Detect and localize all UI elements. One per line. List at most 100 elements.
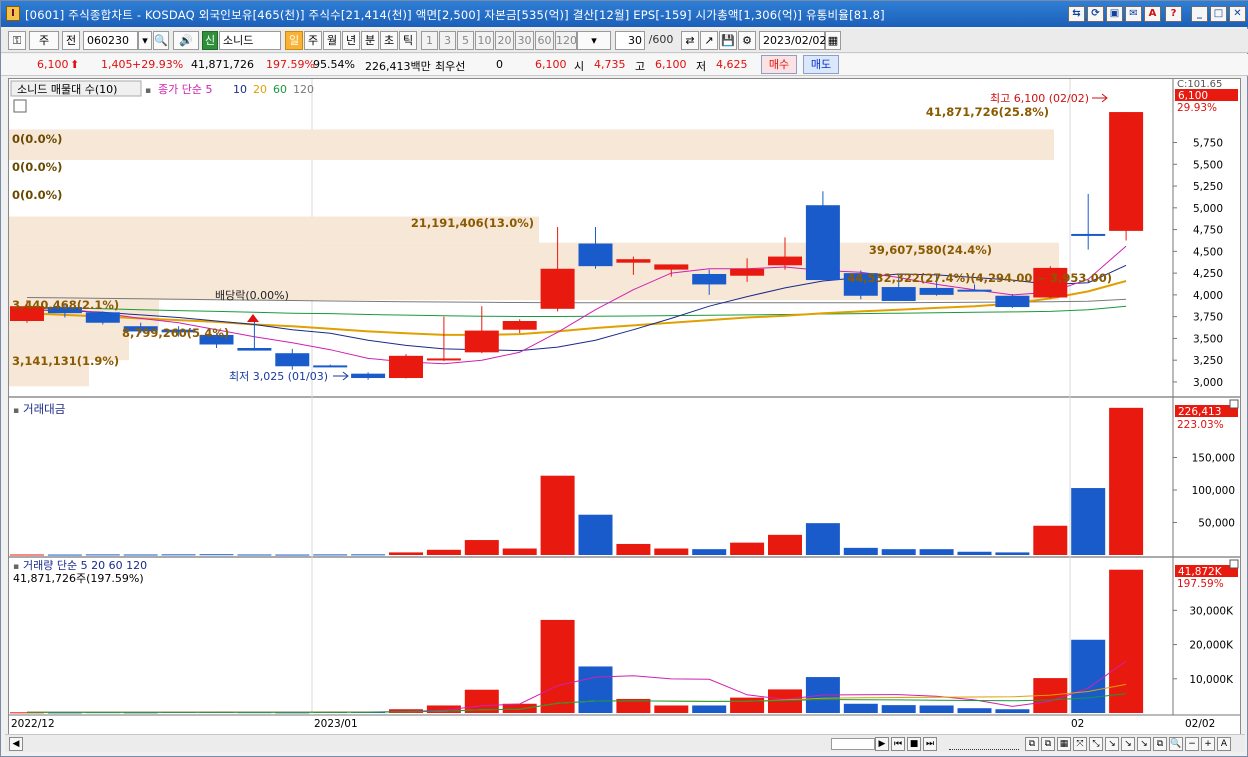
window-icon[interactable]: ▣ [1106, 6, 1123, 22]
shrink-icon[interactable]: ⤡ [1089, 737, 1103, 751]
settings-icon[interactable]: ⚙ [738, 31, 756, 50]
copy-icon[interactable]: ⧉ [1153, 737, 1167, 751]
trade-value-bar[interactable] [464, 540, 499, 555]
trade-value-bar[interactable] [654, 548, 689, 556]
buy-button[interactable]: 매수 [761, 55, 797, 74]
candle[interactable] [389, 355, 423, 379]
trade-value-bar[interactable] [237, 554, 272, 556]
period-tab-4[interactable]: 분 [361, 31, 379, 50]
volume-bar[interactable] [995, 709, 1030, 713]
erase-tool-icon[interactable]: ↘ [1137, 737, 1151, 751]
help-icon[interactable]: ? [1165, 6, 1182, 22]
trade-value-bar[interactable] [10, 554, 44, 556]
trade-value-bar[interactable] [995, 552, 1030, 555]
trade-value-bar[interactable] [881, 549, 916, 555]
trade-value-bar[interactable] [275, 554, 310, 556]
grid-icon[interactable]: ▦ [1057, 737, 1071, 751]
scroll-right-icon[interactable]: ▶ [875, 737, 889, 751]
candle[interactable] [502, 321, 537, 330]
font-icon[interactable]: A [1144, 6, 1161, 22]
candle[interactable] [1109, 112, 1144, 231]
candle[interactable] [957, 289, 992, 292]
trade-value-bar[interactable] [1071, 488, 1106, 555]
volume-bar[interactable] [730, 697, 765, 713]
layout2-icon[interactable]: ⧉ [1041, 737, 1055, 751]
candle[interactable] [85, 312, 120, 323]
candle[interactable] [881, 287, 916, 301]
candle[interactable] [464, 330, 499, 353]
candle[interactable] [578, 243, 613, 267]
trade-value-bar[interactable] [426, 549, 461, 555]
search-icon[interactable]: 🔍 [153, 31, 169, 50]
refresh-icon[interactable]: ⟳ [1087, 6, 1104, 22]
period-tab-0[interactable]: 일 [285, 31, 303, 50]
candle[interactable] [275, 353, 310, 367]
calendar-icon[interactable]: ▦ [825, 31, 841, 50]
candle[interactable] [768, 256, 802, 266]
interval-button-5[interactable]: 5 [457, 31, 474, 50]
draw-tool-icon[interactable]: ↘ [1121, 737, 1135, 751]
trade-value-bar[interactable] [351, 554, 386, 556]
scroll-last-icon[interactable]: ⏭ [923, 737, 937, 751]
interval-button-60[interactable]: 60 [535, 31, 554, 50]
volume-bar[interactable] [1109, 569, 1144, 713]
period-tab-2[interactable]: 월 [323, 31, 341, 50]
volume-bar[interactable] [540, 619, 575, 713]
trade-value-bar[interactable] [919, 549, 954, 555]
trade-value-bar[interactable] [1109, 407, 1144, 555]
volume-bar[interactable] [578, 666, 613, 713]
period-tab-1[interactable]: 주 [304, 31, 322, 50]
date-input[interactable]: 2023/02/02 [759, 31, 826, 50]
arrow-tool-icon[interactable]: ↘ [1105, 737, 1119, 751]
zoom-out-icon[interactable]: − [1185, 737, 1199, 751]
chart-area[interactable]: 5,750 5,500 5,250 5,000 4,750 4,500 4,250 4,000… [8, 78, 1241, 736]
candle[interactable] [919, 287, 954, 295]
candle[interactable] [540, 268, 575, 309]
trade-value-bar[interactable] [502, 548, 537, 556]
panel-close-icon[interactable] [1229, 399, 1239, 409]
scroll-thumb[interactable] [831, 738, 875, 750]
code-input[interactable]: 060230 [83, 31, 138, 50]
stop-icon[interactable]: ■ [907, 737, 921, 751]
trade-value-bar[interactable] [957, 551, 992, 555]
scroll-left-icon[interactable]: ◀ [9, 737, 23, 751]
candle[interactable] [313, 365, 348, 368]
candle[interactable] [616, 259, 651, 263]
title-bar[interactable]: I [0601] 주식종합차트 - KOSDAQ 외국인보유[465(천)] 주… [1, 1, 1248, 27]
trade-value-bar[interactable] [161, 554, 196, 556]
trade-value-bar[interactable] [730, 542, 765, 555]
candle[interactable] [654, 264, 689, 270]
candle[interactable] [730, 268, 765, 276]
candle[interactable] [237, 347, 272, 351]
trade-value-bar[interactable] [805, 523, 840, 555]
disk-icon[interactable]: 💾 [719, 31, 737, 50]
sell-button[interactable]: 매도 [803, 55, 839, 74]
interval-button-10[interactable]: 10 [475, 31, 494, 50]
candle[interactable] [1071, 233, 1106, 236]
trade-value-bar[interactable] [199, 554, 234, 556]
period-tab-3[interactable]: 년 [342, 31, 360, 50]
count-input[interactable]: 30 [615, 31, 645, 50]
candle[interactable] [805, 205, 840, 281]
volume-bar[interactable] [843, 703, 878, 713]
interval-button-3[interactable]: 3 [439, 31, 456, 50]
trade-value-bar[interactable] [123, 554, 158, 556]
volume-bar[interactable] [919, 705, 954, 713]
trade-value-bar[interactable] [692, 549, 727, 555]
candle[interactable] [351, 373, 386, 379]
volume-bar[interactable] [502, 703, 537, 713]
trade-value-bar[interactable] [616, 543, 651, 555]
trade-value-bar[interactable] [843, 547, 878, 555]
chart-scrollbar[interactable]: ◀ ▶ ⏮ ■ ⏭ ⧉ ⧉ ▦ ⤧ ⤡ ↘ ↘ ↘ ⧉ 🔍 − + A [5, 734, 1245, 752]
close-icon[interactable]: ✕ [1229, 6, 1246, 22]
candle[interactable] [426, 358, 461, 361]
link-icon[interactable]: ⇆ [1068, 6, 1085, 22]
trade-value-bar[interactable] [768, 534, 802, 555]
candle[interactable] [692, 273, 727, 285]
period-tab-6[interactable]: 틱 [399, 31, 417, 50]
trade-value-bar[interactable] [540, 475, 575, 555]
interval-button-1[interactable]: 1 [421, 31, 438, 50]
interval-button-30[interactable]: 30 [515, 31, 534, 50]
candle[interactable] [995, 295, 1030, 308]
interval-button-120[interactable]: 120 [555, 31, 577, 50]
